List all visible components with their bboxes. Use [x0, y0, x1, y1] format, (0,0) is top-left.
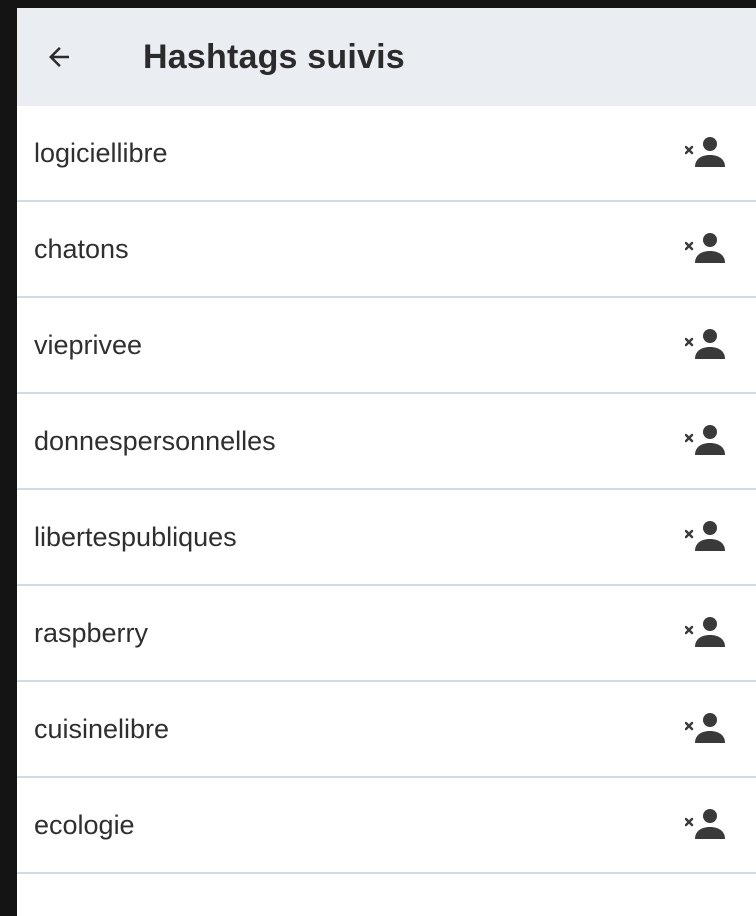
hashtag-label: donnespersonnelles [34, 425, 276, 456]
hashtag-list: logiciellibre chatons vieprivee donnespe… [17, 106, 756, 874]
list-item[interactable]: vieprivee [17, 298, 756, 394]
hashtag-label: chatons [34, 233, 129, 264]
hashtag-label: raspberry [34, 617, 149, 648]
back-button[interactable] [34, 32, 84, 82]
list-item[interactable]: cuisinelibre [17, 682, 756, 778]
app-bar: Hashtags suivis [17, 8, 756, 106]
remove-person-icon [685, 617, 725, 647]
unfollow-button[interactable] [679, 509, 735, 565]
list-item[interactable]: donnespersonnelles [17, 394, 756, 490]
hashtag-label: libertespubliques [34, 521, 237, 552]
remove-person-icon [685, 233, 725, 263]
hashtag-label: logiciellibre [34, 137, 168, 168]
hashtag-label: vieprivee [34, 329, 143, 360]
list-item[interactable]: raspberry [17, 586, 756, 682]
unfollow-button[interactable] [679, 221, 735, 277]
remove-person-icon [685, 809, 725, 839]
list-item[interactable]: chatons [17, 202, 756, 298]
unfollow-button[interactable] [679, 317, 735, 373]
device-frame-left [0, 0, 17, 916]
remove-person-icon [685, 713, 725, 743]
hashtag-label: ecologie [34, 809, 135, 840]
arrow-left-icon [49, 47, 69, 67]
list-item[interactable]: libertespubliques [17, 490, 756, 586]
device-frame-top [0, 0, 756, 8]
unfollow-button[interactable] [679, 797, 735, 853]
remove-person-icon [685, 137, 725, 167]
unfollow-button[interactable] [679, 605, 735, 661]
remove-person-icon [685, 425, 725, 455]
remove-person-icon [685, 329, 725, 359]
unfollow-button[interactable] [679, 413, 735, 469]
screen: Hashtags suivis logiciellibre chatons vi… [17, 8, 756, 916]
list-item[interactable]: logiciellibre [17, 106, 756, 202]
list-item[interactable]: ecologie [17, 778, 756, 874]
hashtag-label: cuisinelibre [34, 713, 170, 744]
page-title: Hashtags suivis [143, 37, 405, 76]
unfollow-button[interactable] [679, 125, 735, 181]
unfollow-button[interactable] [679, 701, 735, 757]
remove-person-icon [685, 521, 725, 551]
